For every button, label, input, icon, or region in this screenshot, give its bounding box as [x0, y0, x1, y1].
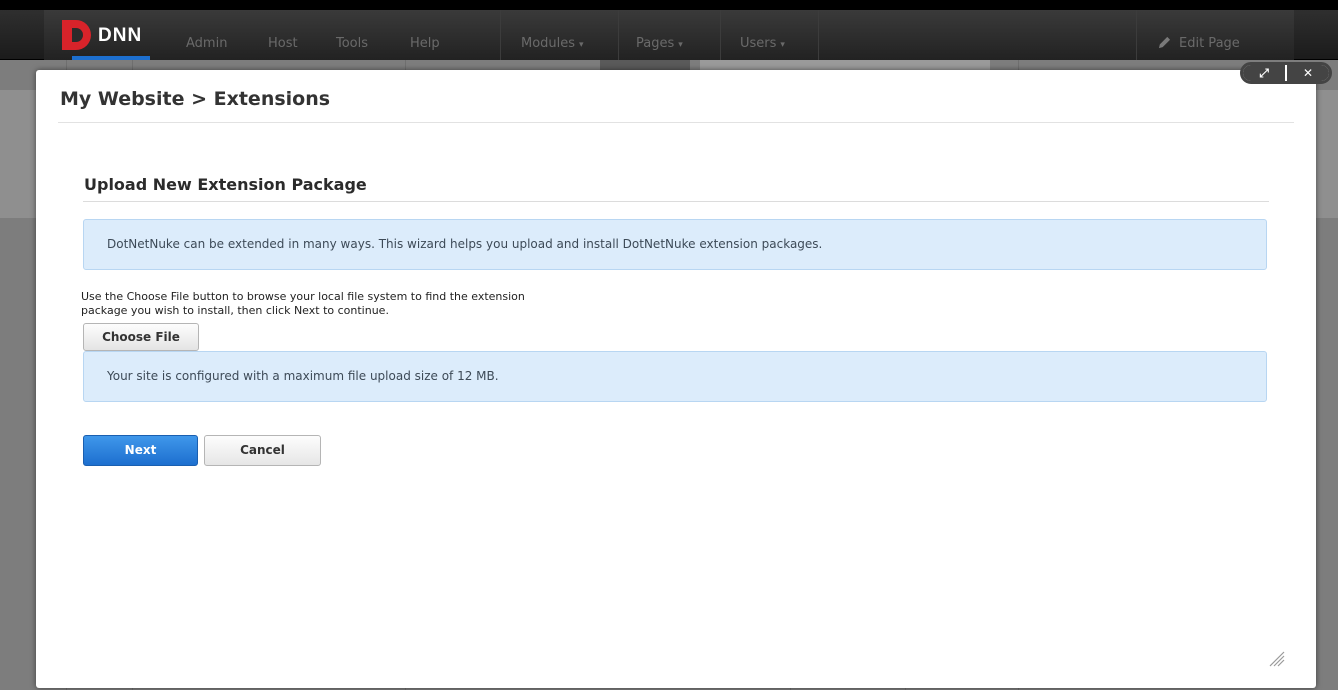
dialog-window-controls: ⤢ ✕ [1240, 62, 1332, 84]
menu-users-label: Users [740, 36, 777, 51]
window-top-edge [0, 0, 1338, 10]
menu-tools-label: Tools [336, 36, 369, 51]
menu-divider [618, 10, 619, 60]
chevron-down-icon: ▾ [678, 40, 683, 50]
upload-size-info-box: Your site is configured with a maximum f… [83, 351, 1267, 402]
control-bar-inner [44, 10, 1294, 60]
maximize-icon[interactable]: ⤢ [1243, 65, 1285, 81]
intro-info-box: DotNetNuke can be extended in many ways.… [83, 219, 1267, 270]
choose-file-button[interactable]: Choose File [83, 323, 199, 351]
chevron-down-icon: ▾ [780, 40, 785, 50]
resize-grip-icon[interactable] [1264, 646, 1286, 668]
cancel-button[interactable]: Cancel [204, 435, 321, 466]
instructions-line-1: Use the Choose File button to browse you… [81, 290, 525, 303]
control-bar: DNN Admin Host Tools Help Modules ▾ Pages… [0, 10, 1338, 60]
menu-divider [1136, 10, 1137, 60]
menu-divider [720, 10, 721, 60]
dnn-logo[interactable]: DNN [62, 20, 162, 60]
menu-divider [500, 10, 501, 60]
menu-host[interactable]: Host [268, 36, 298, 51]
menu-help[interactable]: Help [410, 36, 440, 51]
dnn-logo-icon [62, 20, 91, 50]
edit-page-label: Edit Page [1179, 36, 1240, 51]
menu-admin-label: Admin [186, 36, 228, 51]
chevron-down-icon: ▾ [579, 40, 584, 50]
section-divider [83, 201, 1269, 202]
pencil-icon [1158, 36, 1171, 49]
title-divider [58, 122, 1294, 123]
menu-users[interactable]: Users ▾ [740, 36, 785, 51]
upload-instructions: Use the Choose File button to browse you… [81, 290, 701, 318]
menu-pages[interactable]: Pages ▾ [636, 36, 683, 51]
menu-host-label: Host [268, 36, 298, 51]
menu-admin[interactable]: Admin [186, 36, 227, 51]
instructions-line-2: package you wish to install, then click … [81, 304, 389, 317]
extensions-modal: My Website > Extensions Upload New Exten… [36, 70, 1316, 688]
menu-help-label: Help [410, 36, 440, 51]
logo-text: DNN [98, 25, 143, 46]
menu-tools[interactable]: Tools [336, 36, 368, 51]
next-button[interactable]: Next [83, 435, 198, 466]
close-icon[interactable]: ✕ [1287, 65, 1329, 81]
menu-pages-label: Pages [636, 36, 675, 51]
modal-title: My Website > Extensions [60, 88, 331, 110]
menu-modules[interactable]: Modules ▾ [521, 36, 584, 51]
edit-page-button[interactable]: Edit Page [1158, 36, 1240, 51]
menu-divider [818, 10, 819, 60]
section-title: Upload New Extension Package [84, 175, 367, 194]
menu-modules-label: Modules [521, 36, 576, 51]
